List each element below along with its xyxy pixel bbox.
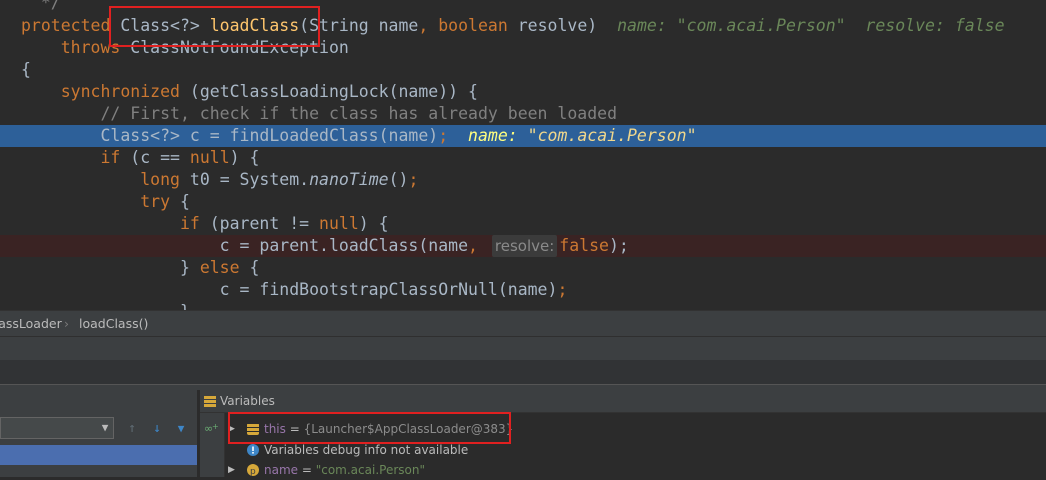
- code-token: ;: [408, 170, 419, 189]
- code-token: {: [249, 258, 260, 277]
- parameter-icon: p: [247, 464, 259, 476]
- debug-toolbar: [0, 360, 1046, 384]
- code-token: Class<?> c = findLoadedClass(name): [21, 126, 439, 145]
- code-token: {: [179, 192, 190, 211]
- frame-row-selected[interactable]: [0, 445, 197, 465]
- code-token: }: [21, 258, 200, 277]
- code-line[interactable]: } else {: [0, 257, 1046, 279]
- variables-header: Variables: [200, 390, 1046, 413]
- code-token: else: [199, 258, 250, 277]
- code-token: {: [21, 60, 31, 79]
- code-token: name: "com.acai.Person" resolve: false: [617, 16, 1005, 35]
- code-token: nanoTime: [309, 170, 389, 189]
- code-token: ,: [468, 236, 488, 255]
- parameter-hint: resolve:: [491, 235, 558, 257]
- code-token: name:: [468, 126, 528, 145]
- breadcrumb: ClassLoader › loadClass(): [0, 310, 1046, 337]
- down-arrow-icon[interactable]: ↓: [149, 421, 165, 437]
- code-line[interactable]: {: [0, 59, 1046, 81]
- code-line[interactable]: // First, check if the class has already…: [0, 103, 1046, 125]
- variables-title: Variables: [220, 394, 275, 408]
- code-token: resolve): [517, 16, 618, 35]
- highlight-box-this-variable: [228, 412, 511, 444]
- code-token: t0 = System.: [189, 170, 310, 189]
- code-token: (): [388, 170, 409, 189]
- code-token: (parent !=: [209, 214, 320, 233]
- code-token: false: [559, 236, 609, 255]
- code-token: null: [319, 214, 359, 233]
- code-token: ) {: [229, 148, 260, 167]
- variable-row-name[interactable]: ▶ p name = "com.acai.Person": [225, 460, 1046, 480]
- code-line[interactable]: try {: [0, 191, 1046, 213]
- code-token: ;: [557, 280, 568, 299]
- highlight-box-method-signature: [109, 6, 320, 47]
- code-token: ) {: [358, 214, 389, 233]
- code-token: */: [21, 0, 61, 12]
- breadcrumb-item-class[interactable]: ClassLoader: [0, 311, 62, 337]
- code-token: ,: [418, 16, 439, 35]
- code-token: (c ==: [130, 148, 190, 167]
- code-line[interactable]: c = findBootstrapClassOrNull(name);: [0, 279, 1046, 301]
- up-arrow-icon[interactable]: ↑: [124, 421, 140, 437]
- code-token: "com.acai.Person": [527, 126, 697, 145]
- code-token: long: [21, 170, 190, 189]
- code-token: );: [608, 236, 629, 255]
- code-line[interactable]: long t0 = System.nanoTime();: [0, 169, 1046, 191]
- variable-name: name: [264, 463, 299, 477]
- code-token: // First, check if the class has already…: [21, 104, 618, 123]
- code-token: protected: [21, 16, 121, 35]
- expand-arrow-icon[interactable]: ▶: [228, 460, 235, 480]
- info-icon: [247, 444, 259, 456]
- breadcrumb-separator: ›: [64, 316, 69, 331]
- code-token: null: [189, 148, 230, 167]
- code-line[interactable]: if (parent != null) {: [0, 213, 1046, 235]
- breadcrumb-item-method[interactable]: loadClass(): [79, 311, 148, 337]
- frames-panel: ▼ ↑ ↓ ▼: [0, 390, 197, 477]
- code-line[interactable]: c = parent.loadClass(name, resolve: false…: [0, 235, 1046, 257]
- variables-panel: Variables ∞ + ▶ this = {Launcher$AppClas…: [200, 390, 1046, 477]
- filter-icon[interactable]: ▼: [173, 421, 189, 437]
- code-token: c = parent.loadClass(name: [21, 236, 469, 255]
- code-line-current[interactable]: Class<?> c = findLoadedClass(name); name…: [0, 125, 1046, 147]
- svg-text:p: p: [250, 467, 256, 476]
- code-token: try: [21, 192, 180, 211]
- code-line[interactable]: synchronized (getClassLoadingLock(name))…: [0, 81, 1046, 103]
- svg-text:+: +: [212, 422, 219, 431]
- code-token: if: [21, 148, 131, 167]
- variable-equals: =: [298, 463, 316, 477]
- code-token: synchronized: [21, 82, 190, 101]
- code-line[interactable]: }: [0, 301, 1046, 310]
- variables-toolbar: ∞ +: [200, 413, 225, 477]
- chevron-down-icon[interactable]: ▼: [96, 419, 114, 437]
- variable-value: "com.acai.Person": [315, 463, 425, 477]
- code-token: }: [21, 302, 190, 310]
- watch-add-icon[interactable]: ∞ +: [204, 421, 220, 435]
- variables-icon: [204, 396, 216, 407]
- debug-tool-window-tabs: [0, 336, 1046, 361]
- code-line[interactable]: if (c == null) {: [0, 147, 1046, 169]
- code-token: (getClassLoadingLock(name)) {: [189, 82, 478, 101]
- code-token: c = findBootstrapClassOrNull(name): [21, 280, 558, 299]
- code-token: if: [21, 214, 210, 233]
- code-token: ;: [438, 126, 469, 145]
- code-token: boolean: [438, 16, 518, 35]
